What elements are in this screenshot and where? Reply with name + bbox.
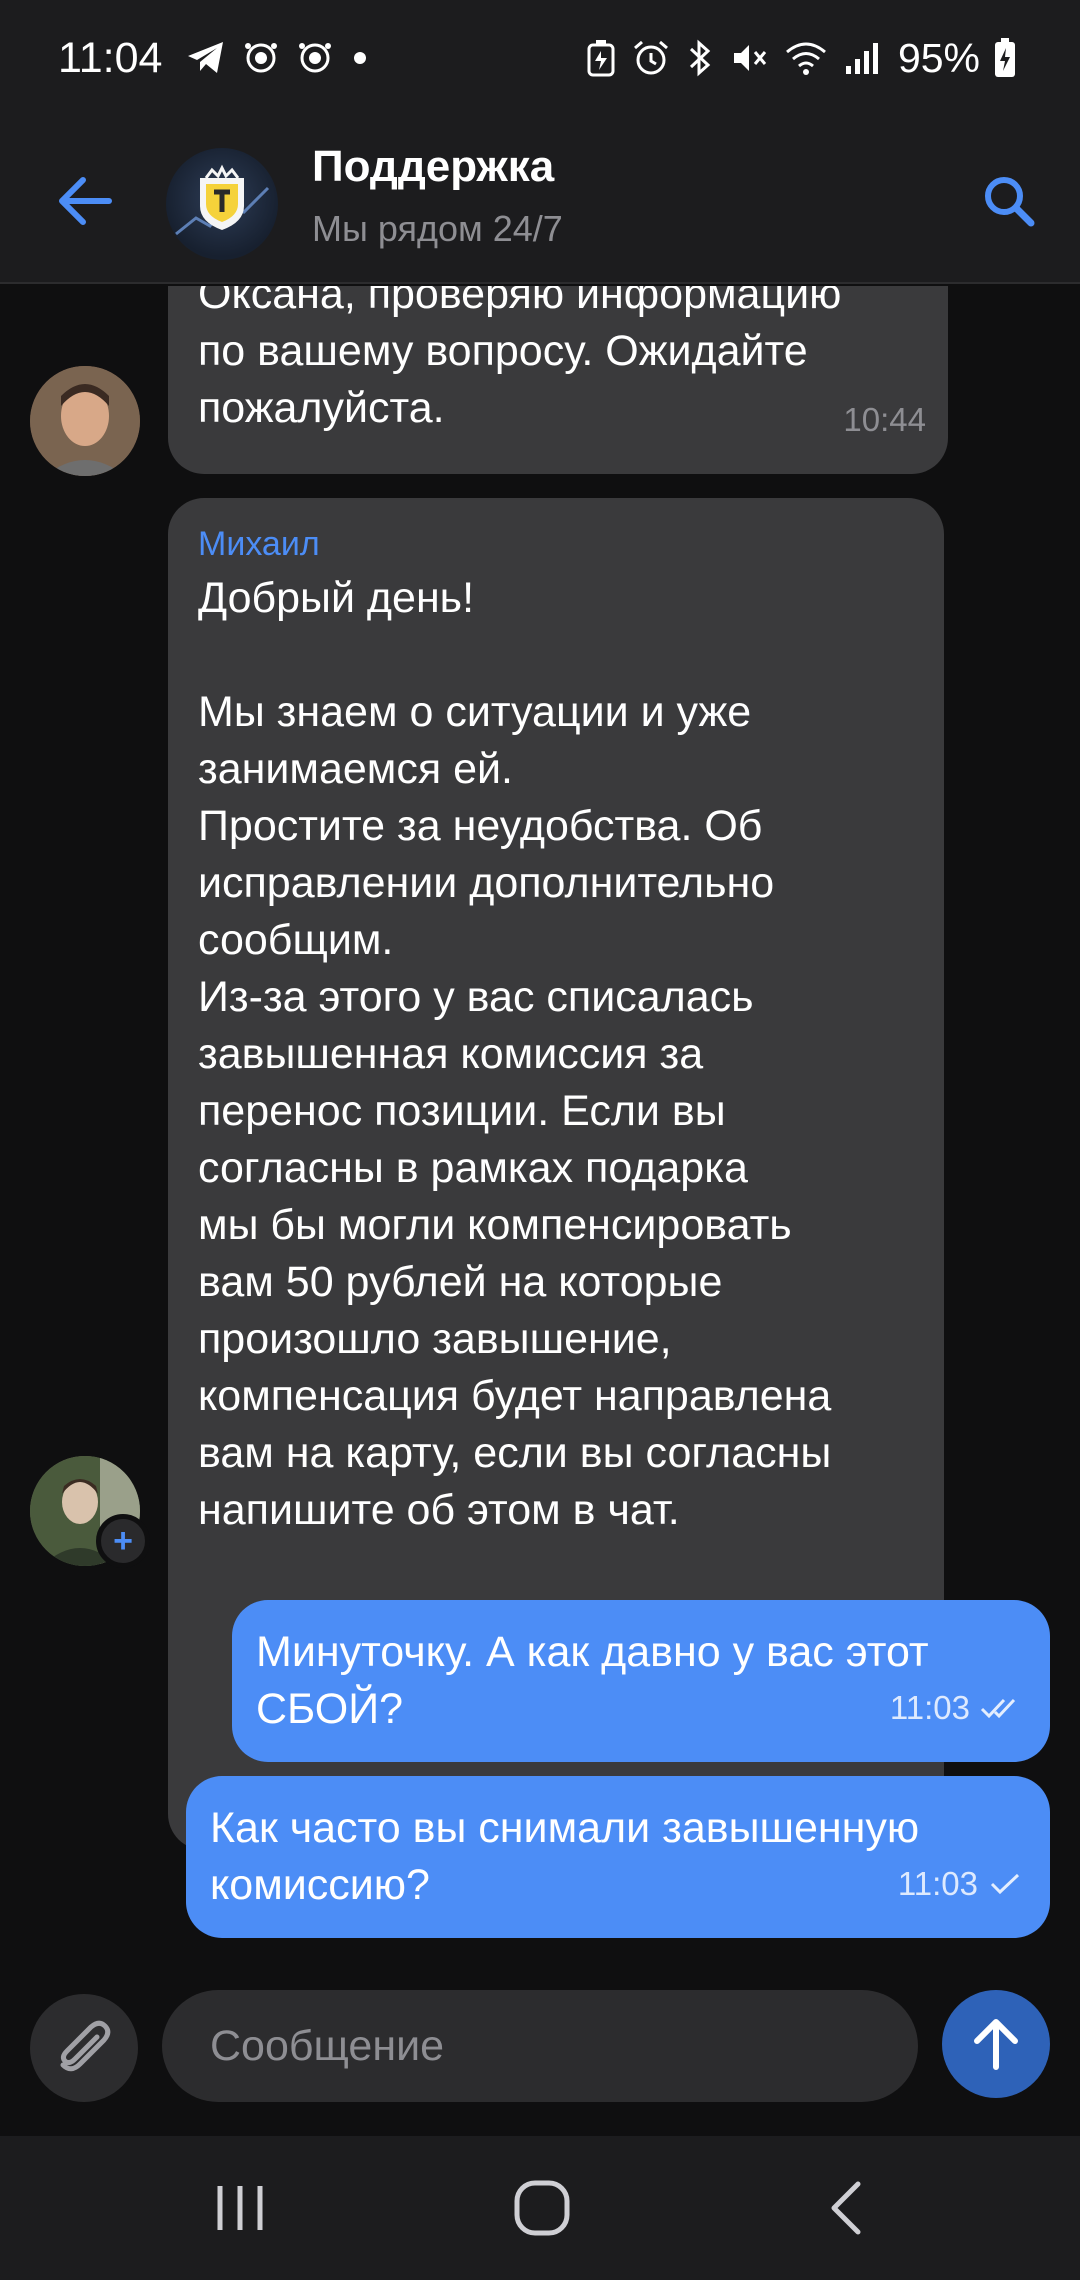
- paperclip-icon: [60, 2020, 111, 2072]
- sender-name[interactable]: Михаил: [198, 524, 914, 564]
- battery-percent: 95%: [897, 34, 980, 81]
- back-nav-button[interactable]: [766, 2136, 926, 2280]
- composer: [0, 1976, 1080, 2136]
- battery-charging-icon: [994, 38, 1016, 78]
- double-check-icon: [980, 1698, 1016, 1718]
- check-icon: [990, 1873, 1020, 1894]
- search-icon: [985, 177, 1035, 227]
- status-bar-left: 11:04: [58, 34, 378, 83]
- back-button[interactable]: [50, 166, 120, 236]
- message-meta: 11:03: [890, 1679, 1022, 1736]
- arrow-up-icon: [974, 2019, 1018, 2070]
- status-bar: 11:04 95%: [0, 0, 1080, 116]
- home-button[interactable]: [462, 2136, 622, 2280]
- back-chevron-icon: [831, 2181, 861, 2235]
- recents-button[interactable]: [160, 2136, 320, 2280]
- telegram-icon: [186, 40, 226, 76]
- more-dot-icon: [350, 48, 370, 68]
- agent-photo: [30, 366, 140, 476]
- avatar[interactable]: [30, 366, 140, 476]
- home-icon: [514, 2180, 570, 2236]
- message-time: 11:03: [889, 1689, 970, 1726]
- message-bubble-outgoing[interactable]: Как часто вы снимали завышенную комиссию…: [186, 1776, 1050, 1938]
- app-notification-icon: [296, 40, 334, 76]
- bluetooth-icon: [686, 39, 714, 77]
- chat-title[interactable]: Поддержка: [312, 142, 554, 192]
- chat-subtitle: Мы рядом 24/7: [312, 208, 563, 249]
- message-meta: 11:03: [898, 1855, 1022, 1912]
- send-button[interactable]: [942, 1990, 1050, 2098]
- add-contact-badge[interactable]: +: [96, 1514, 150, 1568]
- alarm-icon: [632, 39, 670, 77]
- signal-icon: [844, 40, 880, 76]
- wifi-icon: [784, 40, 828, 76]
- message-bubble-outgoing[interactable]: Минуточку. А как давно у вас этот СБОЙ? …: [232, 1600, 1050, 1762]
- status-time: 11:04: [58, 33, 163, 82]
- message-time: 10:44: [843, 401, 926, 438]
- arrow-left-icon: [59, 177, 112, 225]
- chat-header: Поддержка Мы рядом 24/7: [0, 116, 1080, 284]
- chat-avatar[interactable]: [166, 148, 278, 260]
- attach-button[interactable]: [30, 1994, 138, 2102]
- recents-icon: [217, 2186, 263, 2230]
- status-bar-right: 95%: [578, 35, 1024, 82]
- data-saver-icon: [586, 39, 616, 77]
- search-button[interactable]: [974, 166, 1044, 236]
- bank-logo-icon: [175, 164, 270, 236]
- message-bubble-incoming[interactable]: Оксана, проверяю информацию по вашему во…: [168, 286, 948, 474]
- app-notification-icon: [242, 40, 280, 76]
- system-navigation-bar: [0, 2136, 1080, 2280]
- message-text: Добрый день! Мы знаем о ситуации и уже з…: [198, 574, 832, 1534]
- mute-icon: [730, 39, 768, 77]
- message-input[interactable]: [162, 1990, 918, 2102]
- message-list[interactable]: Оксана, проверяю информацию по вашему во…: [0, 286, 1080, 1976]
- message-time: 11:03: [897, 1865, 978, 1902]
- message-text: Оксана, проверяю информацию по вашему во…: [198, 286, 842, 432]
